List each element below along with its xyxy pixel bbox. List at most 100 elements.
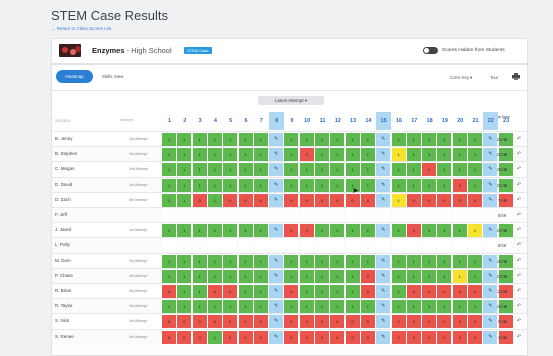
- score-cell[interactable]: 1: [391, 300, 406, 314]
- score-cell[interactable]: 1: [360, 163, 375, 177]
- student-name[interactable]: D. Zach: [55, 197, 71, 202]
- edit-pencil-icon[interactable]: ✎: [376, 269, 391, 283]
- question-header-23[interactable]: 23: [499, 112, 514, 130]
- score-cell[interactable]: 1: [345, 133, 360, 146]
- score-cell[interactable]: 1: [238, 254, 253, 268]
- score-cell[interactable]: 1: [207, 330, 222, 344]
- score-cell[interactable]: 1: [452, 224, 467, 238]
- score-cell[interactable]: 1: [330, 163, 345, 177]
- score-cell[interactable]: 1: [315, 133, 329, 146]
- question-header-4[interactable]: 4: [208, 112, 223, 130]
- question-header-18[interactable]: 18: [422, 112, 437, 130]
- score-cell[interactable]: 1: [207, 148, 222, 162]
- score-cell[interactable]: 1: [345, 254, 360, 268]
- score-cell[interactable]: 0: [207, 315, 222, 329]
- question-header-20[interactable]: 20: [453, 112, 468, 130]
- score-cell[interactable]: 0: [452, 315, 467, 329]
- score-cell[interactable]: 0: [207, 285, 222, 298]
- score-cell[interactable]: 0: [468, 330, 482, 344]
- edit-pencil-icon[interactable]: ✎: [376, 330, 391, 344]
- attempt-select[interactable]: Latest Attempt ▾: [258, 96, 324, 105]
- score-cell[interactable]: 1: [422, 300, 437, 314]
- score-cell[interactable]: 1: [192, 178, 207, 192]
- score-cell[interactable]: 1: [422, 254, 437, 268]
- tab-heatmap[interactable]: Heatmap: [56, 70, 93, 83]
- score-cell[interactable]: 0: [406, 315, 421, 329]
- score-cell[interactable]: 1: [177, 254, 192, 268]
- score-cell[interactable]: 1: [360, 178, 375, 192]
- score-cell[interactable]: 1: [391, 269, 406, 283]
- edit-pencil-icon[interactable]: ✎: [269, 315, 284, 329]
- edit-pencil-icon[interactable]: ✎: [376, 300, 391, 314]
- score-cell[interactable]: 0: [284, 315, 299, 329]
- score-cell[interactable]: 1: [192, 224, 207, 238]
- score-cell[interactable]: 0: [437, 315, 452, 329]
- score-cell[interactable]: 1: [253, 300, 268, 314]
- score-cell[interactable]: 1: [468, 163, 482, 177]
- student-name[interactable]: R. Brian: [55, 288, 71, 293]
- score-cell[interactable]: 1: [177, 148, 192, 162]
- score-cell[interactable]: 1: [207, 269, 222, 283]
- score-cell[interactable]: 0: [391, 315, 406, 329]
- score-cell[interactable]: 1: [422, 224, 437, 238]
- score-cell[interactable]: 0: [406, 285, 421, 298]
- edit-pencil-icon[interactable]: ✎: [269, 193, 284, 207]
- score-cell[interactable]: 1: [223, 254, 238, 268]
- score-cell[interactable]: 1: [315, 285, 329, 298]
- score-cell[interactable]: 0: [452, 330, 467, 344]
- score-cell[interactable]: 1: [406, 178, 421, 192]
- score-cell[interactable]: 1: [422, 178, 437, 192]
- score-cell[interactable]: 1: [207, 163, 222, 177]
- edit-pencil-icon[interactable]: ✎: [269, 224, 284, 238]
- score-cell[interactable]: 0: [406, 193, 421, 207]
- student-name[interactable]: P. Chase: [55, 273, 73, 278]
- score-cell[interactable]: 1: [284, 133, 299, 146]
- question-header-8[interactable]: 8: [269, 112, 285, 130]
- score-cell[interactable]: 1: [345, 285, 360, 298]
- score-cell[interactable]: 1: [162, 148, 176, 162]
- edit-pencil-icon[interactable]: ✎: [269, 269, 284, 283]
- score-cell[interactable]: 0: [284, 224, 299, 238]
- edit-pencil-icon[interactable]: ✎: [269, 300, 284, 314]
- reply-arrow-icon[interactable]: ↶: [517, 227, 521, 233]
- score-cell[interactable]: 1: [452, 269, 467, 283]
- score-cell[interactable]: 1: [468, 254, 482, 268]
- reply-arrow-icon[interactable]: ↶: [517, 334, 521, 340]
- score-cell[interactable]: 0: [299, 330, 314, 344]
- score-cell[interactable]: 0: [253, 315, 268, 329]
- reply-arrow-icon[interactable]: ↶: [517, 258, 521, 264]
- score-cell[interactable]: 0: [299, 193, 314, 207]
- score-cell[interactable]: 0: [315, 193, 329, 207]
- score-cell[interactable]: 1: [192, 254, 207, 268]
- score-cell[interactable]: 1: [253, 163, 268, 177]
- score-cell[interactable]: 1: [360, 300, 375, 314]
- score-cell[interactable]: 1: [162, 193, 176, 207]
- reply-arrow-icon[interactable]: ↶: [517, 212, 521, 218]
- score-cell[interactable]: 1: [437, 148, 452, 162]
- score-cell[interactable]: 1: [315, 269, 329, 283]
- score-cell[interactable]: 0: [360, 315, 375, 329]
- score-cell[interactable]: 1: [315, 163, 329, 177]
- score-cell[interactable]: 1: [468, 178, 482, 192]
- score-cell[interactable]: 1: [391, 285, 406, 298]
- edit-pencil-icon[interactable]: ✎: [376, 133, 391, 146]
- score-cell[interactable]: 1: [223, 300, 238, 314]
- edit-pencil-icon[interactable]: ✎: [376, 163, 391, 177]
- score-cell[interactable]: 1: [468, 133, 482, 146]
- student-name[interactable]: D. David: [55, 182, 72, 187]
- score-cell[interactable]: 0: [452, 285, 467, 298]
- student-name[interactable]: F. Jeff: [55, 212, 67, 217]
- score-cell[interactable]: 1: [422, 148, 437, 162]
- score-cell[interactable]: 1: [406, 254, 421, 268]
- score-cell[interactable]: 1: [391, 178, 406, 192]
- edit-pencil-icon[interactable]: ✎: [376, 148, 391, 162]
- score-cell[interactable]: 1: [452, 133, 467, 146]
- score-cell[interactable]: 0: [422, 163, 437, 177]
- score-cell[interactable]: 0: [452, 178, 467, 192]
- score-cell[interactable]: 1: [437, 300, 452, 314]
- score-cell[interactable]: 1: [391, 224, 406, 238]
- reply-arrow-icon[interactable]: ↶: [517, 242, 521, 248]
- score-cell[interactable]: 1: [192, 285, 207, 298]
- score-cell[interactable]: 0: [360, 330, 375, 344]
- score-cell[interactable]: 1: [162, 163, 176, 177]
